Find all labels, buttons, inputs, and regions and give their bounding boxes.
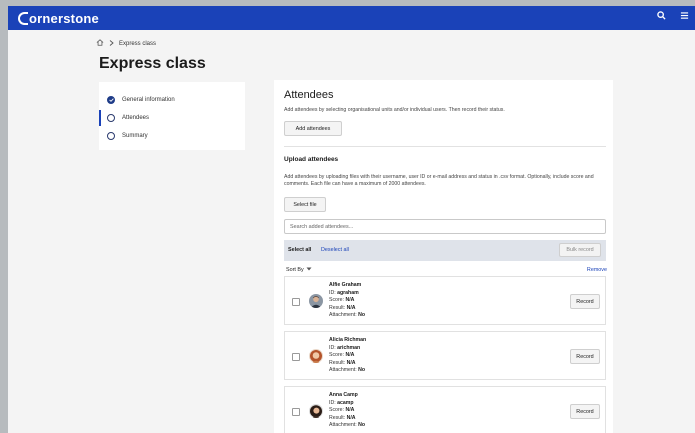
attendees-title: Attendees — [284, 89, 334, 101]
attendee-id: arichman — [337, 344, 361, 351]
attendee-attachment: No — [358, 422, 366, 429]
attachment-label: Attachment: — [329, 422, 357, 429]
attachment-label: Attachment: — [329, 367, 357, 374]
attendee-checkbox[interactable] — [292, 353, 300, 361]
attendee-info: Anna Camp ID: acamp Score: N/A Result: N… — [329, 392, 365, 430]
avatar — [309, 349, 323, 363]
result-label: Result: — [329, 304, 346, 311]
result-label: Result: — [329, 414, 346, 421]
bulk-record-button[interactable]: Bulk record — [559, 243, 601, 257]
select-all-link[interactable]: Select all — [288, 247, 311, 253]
attendee-info: Alicia Richman ID: arichman Score: N/A R… — [329, 337, 366, 375]
attendee-attachment: No — [358, 312, 366, 319]
attendee-card: Alicia Richman ID: arichman Score: N/A R… — [284, 331, 606, 380]
result-label: Result: — [329, 359, 346, 366]
attendee-name: Alfie Graham — [329, 282, 362, 288]
avatar — [309, 404, 323, 418]
logo-text: ornerstone — [29, 10, 99, 26]
id-label: ID: — [329, 289, 336, 296]
page-title: Express class — [99, 55, 206, 72]
attendee-card: Alfie Graham ID: agraham Score: N/A Resu… — [284, 276, 606, 325]
record-button[interactable]: Record — [570, 294, 600, 309]
top-bar: ornerstone — [8, 6, 695, 30]
id-label: ID: — [329, 399, 336, 406]
score-label: Score: — [329, 352, 344, 359]
attendee-id: acamp — [337, 399, 354, 406]
attendees-panel: Attendees Add attendees by selecting org… — [274, 80, 613, 433]
attendee-id: agraham — [337, 289, 359, 296]
breadcrumb-current: Express class — [119, 40, 157, 47]
selection-bar: Select all Deselect all Bulk record — [284, 240, 606, 261]
step-label: Attendees — [122, 115, 150, 121]
app-window: ornerstone Express class Express class G… — [8, 6, 695, 433]
select-file-button[interactable]: Select file — [284, 197, 326, 212]
attendee-result: N/A — [346, 304, 356, 311]
attendee-result: N/A — [346, 359, 356, 366]
record-button[interactable]: Record — [570, 404, 600, 419]
step-summary[interactable]: Summary — [99, 128, 245, 144]
step-attendees[interactable]: Attendees — [99, 110, 247, 126]
attendee-score: N/A — [345, 297, 355, 304]
score-label: Score: — [329, 407, 344, 414]
menu-icon[interactable] — [680, 11, 689, 20]
breadcrumb: Express class — [96, 39, 156, 48]
deselect-all-link[interactable]: Deselect all — [321, 247, 349, 253]
wizard-steps: General information Attendees Summary — [99, 82, 245, 150]
home-icon[interactable] — [96, 39, 104, 48]
attachment-label: Attachment: — [329, 312, 357, 319]
divider — [284, 146, 606, 147]
caret-down-icon — [306, 267, 312, 273]
attendee-result: N/A — [346, 414, 356, 421]
id-label: ID: — [329, 344, 336, 351]
upload-description: Add attendees by uploading files with th… — [284, 174, 594, 187]
attendee-info: Alfie Graham ID: agraham Score: N/A Resu… — [329, 282, 365, 320]
logo-mark-icon — [18, 11, 28, 25]
step-circle-icon — [107, 132, 115, 140]
chevron-right-icon — [109, 39, 114, 48]
step-general-information[interactable]: General information — [99, 92, 245, 108]
search-attendees-input[interactable]: Search added attendees... — [284, 219, 606, 234]
attendee-name: Anna Camp — [329, 392, 358, 398]
step-label: Summary — [122, 133, 148, 139]
avatar — [309, 294, 323, 308]
attendee-card: Anna Camp ID: acamp Score: N/A Result: N… — [284, 386, 606, 433]
attendee-score: N/A — [345, 407, 355, 414]
record-button[interactable]: Record — [570, 349, 600, 364]
attendee-checkbox[interactable] — [292, 298, 300, 306]
sort-by-dropdown[interactable]: Sort By — [286, 267, 312, 273]
search-icon[interactable] — [657, 11, 666, 20]
attendee-name: Alicia Richman — [329, 337, 367, 343]
cornerstone-logo[interactable]: ornerstone — [18, 11, 99, 26]
score-label: Score: — [329, 297, 344, 304]
step-label: General information — [122, 97, 175, 103]
attendee-attachment: No — [358, 367, 366, 374]
attendee-score: N/A — [345, 352, 355, 359]
remove-link[interactable]: Remove — [587, 267, 607, 273]
sort-by-label: Sort By — [286, 267, 304, 273]
step-circle-icon — [107, 114, 115, 122]
attendee-checkbox[interactable] — [292, 408, 300, 416]
upload-title: Upload attendees — [284, 156, 339, 163]
attendees-description: Add attendees by selecting organisationa… — [284, 107, 505, 113]
add-attendees-button[interactable]: Add attendees — [284, 121, 342, 136]
check-icon — [107, 96, 115, 104]
